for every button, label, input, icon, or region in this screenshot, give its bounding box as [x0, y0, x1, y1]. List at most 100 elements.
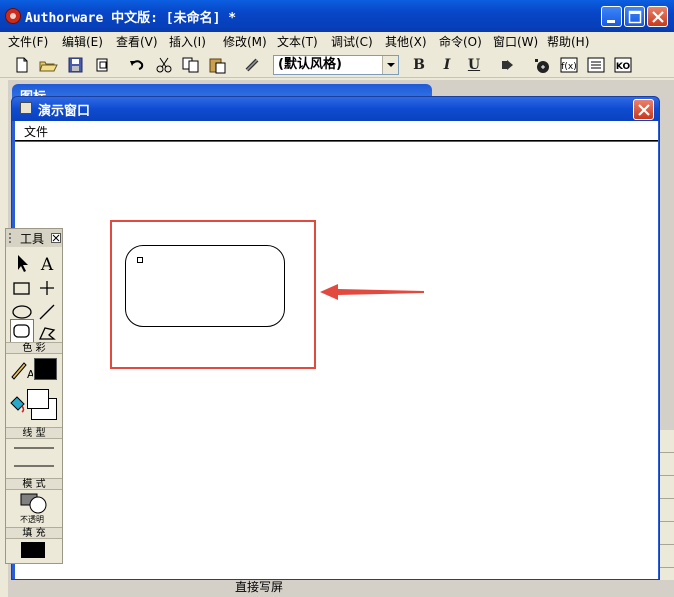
foreground-color-swatch[interactable]: [27, 389, 49, 409]
presentation-window: 演示窗口 文件: [11, 96, 660, 580]
save-all-icon: [68, 57, 83, 73]
fill-pattern-swatch[interactable]: [21, 542, 45, 558]
tools-palette: 工具 A 色 彩 A 线 型 模 式 不透明 填 充: [5, 228, 63, 564]
presentation-menubar: 文件: [15, 121, 658, 141]
control-panel-icon: [535, 59, 549, 73]
menu-help[interactable]: 帮助(H): [547, 33, 589, 51]
text-tool-icon: A: [40, 255, 54, 275]
mode-value: 不透明: [20, 515, 44, 524]
cross-tool-icon: [40, 281, 54, 295]
minimize-button[interactable]: [601, 6, 622, 27]
minimize-icon: [607, 20, 615, 23]
close-icon[interactable]: [51, 233, 61, 243]
find-icon: [245, 58, 259, 72]
copy-button[interactable]: [180, 55, 202, 75]
open-button[interactable]: [37, 55, 59, 75]
menu-edit[interactable]: 编辑(E): [62, 33, 103, 51]
run-icon: [502, 60, 513, 70]
presentation-window-icon: [20, 102, 32, 114]
tools-title: 工具: [20, 232, 45, 246]
new-icon: [16, 57, 28, 73]
close-icon: [638, 104, 650, 116]
functions-icon: f(x): [560, 57, 578, 73]
menu-commands[interactable]: 命令(O): [439, 33, 482, 51]
undo-button[interactable]: [126, 55, 148, 75]
pencil-icon: A: [11, 362, 35, 381]
control-panel-button[interactable]: [531, 55, 553, 75]
menu-insert[interactable]: 插入(I): [169, 33, 206, 51]
save-all-button[interactable]: [65, 55, 87, 75]
line-section-label: 线 型: [6, 427, 62, 439]
knowledge-objects-icon: KO: [614, 57, 632, 73]
window-titlebar: Authorware 中文版: [未命名] *: [0, 0, 674, 32]
new-button[interactable]: [11, 55, 33, 75]
menu-other[interactable]: 其他(X): [385, 33, 427, 51]
style-select[interactable]: (默认风格): [273, 55, 399, 75]
presentation-menu-file[interactable]: 文件: [24, 123, 48, 140]
cut-icon: [156, 57, 172, 73]
rectangle-tool[interactable]: [10, 276, 34, 300]
functions-button[interactable]: f(x): [558, 55, 580, 75]
run-button[interactable]: [497, 55, 519, 75]
menu-file[interactable]: 文件(F): [8, 33, 48, 51]
rounded-rect-tool[interactable]: [10, 319, 34, 343]
window-title: Authorware 中文版: [未命名] *: [25, 11, 237, 26]
rectangle-tool-icon: [13, 282, 30, 295]
cross-tool[interactable]: [35, 276, 59, 300]
svg-text:KO: KO: [616, 62, 631, 72]
undo-icon: [130, 60, 144, 70]
import-button[interactable]: [92, 55, 114, 75]
import-icon: [96, 58, 108, 72]
close-icon: [652, 11, 664, 23]
svg-text:A: A: [40, 255, 54, 275]
color-section-label: 色 彩: [6, 342, 62, 354]
annotation-arrow: [320, 284, 424, 300]
copy-icon: [182, 57, 199, 73]
variables-button[interactable]: [585, 55, 607, 75]
bold-button[interactable]: B: [411, 56, 427, 74]
knowledge-objects-button[interactable]: KO: [612, 55, 634, 75]
italic-button[interactable]: I: [439, 56, 455, 74]
find-button[interactable]: [242, 55, 264, 75]
drawn-rounded-rectangle[interactable]: [125, 245, 285, 327]
style-select-dropdown[interactable]: [382, 56, 398, 74]
open-icon: [39, 61, 58, 72]
menu-view[interactable]: 查看(V): [116, 33, 158, 51]
rounded-rect-tool-icon: [13, 324, 30, 338]
presentation-title: 演示窗口: [38, 104, 91, 119]
menu-text[interactable]: 文本(T): [277, 33, 318, 51]
maximize-icon: [628, 10, 642, 24]
chevron-down-icon: [387, 63, 395, 67]
properties-grid: [658, 430, 674, 580]
pointer-tool[interactable]: [10, 251, 34, 275]
tools-titlebar[interactable]: 工具: [6, 229, 62, 247]
menu-modify[interactable]: 修改(M): [223, 33, 267, 51]
stroke-color-swatch[interactable]: [34, 358, 57, 380]
opaque-mode-icon: [20, 493, 47, 514]
mode-selector[interactable]: [18, 493, 50, 515]
cut-button[interactable]: [153, 55, 175, 75]
grip-icon: [9, 233, 11, 243]
svg-text:f(x): f(x): [561, 62, 577, 72]
underline-button[interactable]: U: [466, 56, 482, 74]
presentation-titlebar[interactable]: 演示窗口: [12, 97, 659, 121]
paint-bucket-icon: [10, 396, 25, 413]
paste-icon: [209, 58, 226, 74]
mode-section-label: 模 式: [6, 478, 62, 490]
style-select-value: (默认风格): [278, 57, 342, 72]
menu-window[interactable]: 窗口(W): [493, 33, 538, 51]
maximize-button[interactable]: [624, 6, 645, 27]
presentation-close-button[interactable]: [633, 99, 654, 120]
menubar: 文件(F) 编辑(E) 查看(V) 插入(I) 修改(M) 文本(T) 调试(C…: [0, 32, 674, 52]
fill-section-label: 填 充: [6, 527, 62, 539]
selection-handle[interactable]: [137, 257, 143, 263]
status-text: 直接写屏: [235, 580, 284, 594]
fill-color-button[interactable]: [9, 393, 27, 415]
svg-text:A: A: [27, 368, 33, 381]
menu-debug[interactable]: 调试(C): [331, 33, 373, 51]
authorware-icon[interactable]: [5, 8, 21, 24]
close-button[interactable]: [647, 6, 668, 27]
line-color-button[interactable]: A: [9, 357, 35, 381]
paste-button[interactable]: [207, 55, 229, 75]
text-tool[interactable]: A: [35, 251, 59, 275]
